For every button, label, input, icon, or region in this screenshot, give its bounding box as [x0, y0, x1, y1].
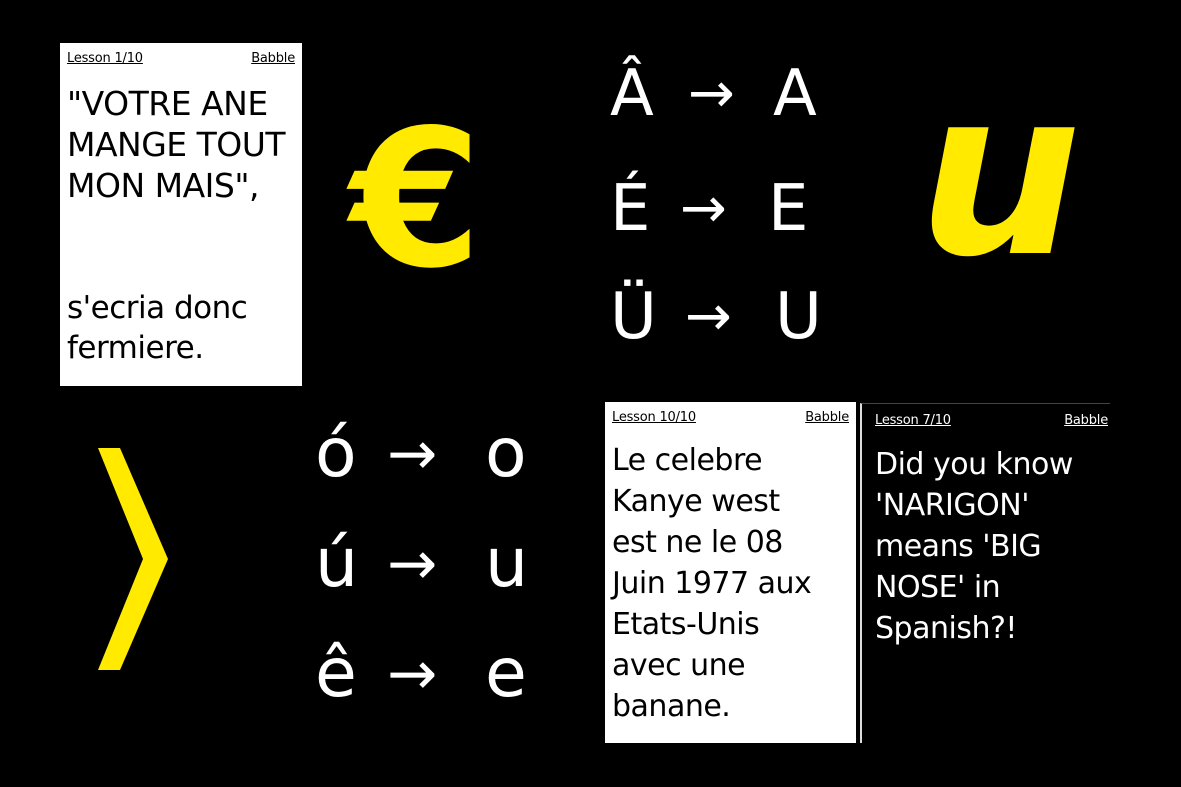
chevron-right-icon: [98, 448, 168, 670]
lesson-label: Lesson 10/10: [612, 410, 696, 425]
target-glyph: u: [485, 524, 529, 603]
arrow-icon: →: [688, 61, 735, 126]
card-body: Le celebre Kanye west est ne le 08 Juin …: [612, 440, 850, 727]
body-line: banane.: [612, 689, 731, 724]
body-line: Kanye west: [612, 484, 780, 519]
card-header: Lesson 10/10 Babble: [612, 410, 849, 425]
source-glyph: É: [610, 172, 651, 246]
body-line: est ne le 08: [612, 525, 783, 560]
card-body: Did you know 'NARIGON' means 'BIG NOSE' …: [875, 444, 1104, 649]
glyph-map-uppercase: Â → A É → E Ü → U: [610, 62, 860, 362]
arrow-icon: →: [387, 529, 438, 599]
target-glyph: e: [485, 634, 527, 713]
glyph-map-lowercase: ó → o ú → u ê → e: [315, 420, 575, 720]
body-line: Did you know: [875, 447, 1073, 482]
arrow-icon: →: [387, 419, 438, 489]
body-line: 'NARIGON': [875, 488, 1029, 523]
body-line: avec une: [612, 648, 746, 683]
quote-line: MANGE TOUT: [67, 125, 286, 164]
body-line: Spanish?!: [875, 611, 1017, 646]
tail-line: fermiere.: [67, 330, 204, 366]
body-line: Juin 1977 aux: [612, 566, 812, 601]
italic-u-glyph: u: [918, 41, 1082, 308]
quote-line: MON MAIS",: [67, 166, 260, 205]
tail-line: s'ecria donc: [67, 290, 248, 326]
target-glyph: E: [768, 172, 809, 246]
arrow-icon: →: [685, 284, 732, 349]
lesson-card-10: Lesson 10/10 Babble Le celebre Kanye wes…: [605, 402, 856, 743]
lesson-card-1: Lesson 1/10 Babble "VOTRE ANE MANGE TOUT…: [60, 43, 302, 386]
target-glyph: o: [485, 414, 527, 493]
arrow-icon: →: [387, 639, 438, 709]
card-quote: "VOTRE ANE MANGE TOUT MON MAIS",: [67, 83, 296, 206]
card-tail: s'ecria donc fermiere.: [67, 288, 296, 368]
brand-label: Babble: [805, 410, 849, 425]
source-glyph: Ü: [610, 280, 657, 354]
euro-glyph: €: [350, 89, 483, 310]
target-glyph: U: [775, 280, 822, 354]
body-line: NOSE' in: [875, 570, 1001, 605]
lesson-card-7: Lesson 7/10 Babble Did you know 'NARIGON…: [860, 403, 1110, 743]
source-glyph: ú: [315, 524, 359, 603]
arrow-icon: →: [680, 176, 727, 241]
body-line: Le celebre: [612, 443, 763, 478]
lesson-label: Lesson 7/10: [875, 413, 951, 428]
card-header: Lesson 7/10 Babble: [875, 413, 1108, 428]
lesson-label: Lesson 1/10: [67, 51, 143, 66]
card-header: Lesson 1/10 Babble: [67, 51, 295, 66]
source-glyph: Â: [610, 57, 654, 131]
brand-label: Babble: [1064, 413, 1108, 428]
brand-label: Babble: [251, 51, 295, 66]
quote-line: "VOTRE ANE: [67, 84, 268, 123]
source-glyph: ó: [315, 414, 357, 493]
body-line: Etats-Unis: [612, 607, 760, 642]
target-glyph: A: [773, 57, 817, 131]
source-glyph: ê: [315, 634, 357, 713]
body-line: means 'BIG: [875, 529, 1042, 564]
